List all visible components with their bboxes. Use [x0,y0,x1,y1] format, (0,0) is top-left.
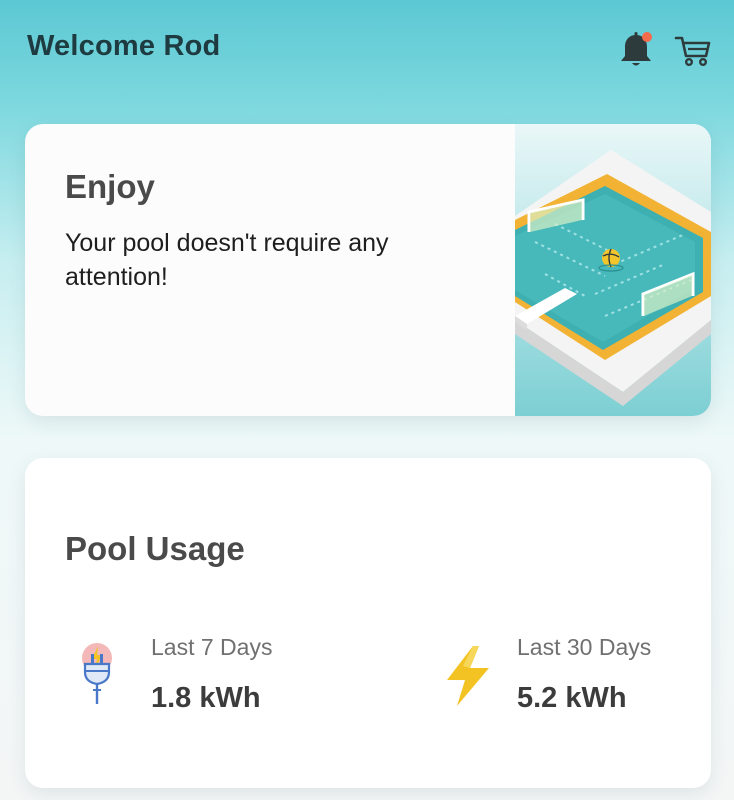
stat-value-30-days: 5.2 kWh [517,682,627,714]
cart-icon[interactable] [674,34,712,68]
pool-status-card[interactable]: Enjoy Your pool doesn't require any atte… [25,124,711,416]
app-header: Welcome Rod [0,0,734,100]
status-title: Enjoy [65,168,155,205]
notification-dot [642,32,652,42]
stat-label-7-days: Last 7 Days [151,634,273,660]
usage-title: Pool Usage [65,530,245,567]
plug-icon [77,640,117,710]
pool-illustration [515,124,711,416]
stat-label-30-days: Last 30 Days [517,634,652,660]
bell-icon[interactable] [618,30,654,70]
stat-value-7-days: 1.8 kWh [151,682,261,714]
page-title: Welcome Rod [27,30,221,62]
lightning-bolt-icon [443,644,493,708]
pool-usage-card[interactable]: Pool Usage Last 7 Days 1.8 kWh Last 30 D… [25,458,711,788]
status-message: Your pool doesn't require any attention! [65,229,389,291]
